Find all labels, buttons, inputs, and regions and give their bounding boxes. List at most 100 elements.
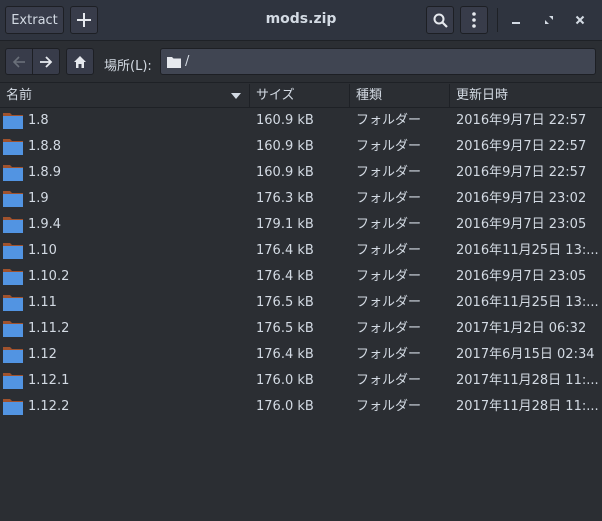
file-modified: 2016年9月7日 23:02 [456, 191, 587, 206]
file-modified: 2016年9月7日 23:05 [456, 269, 587, 284]
forward-button[interactable] [32, 48, 60, 75]
folder-icon [167, 57, 181, 68]
close-button[interactable] [569, 9, 591, 31]
file-size: 160.9 kB [256, 113, 314, 128]
column-header-type[interactable]: 種類 [350, 84, 450, 108]
menu-button[interactable] [460, 6, 488, 34]
column-header-bar: 名前 サイズ 種類 更新日時 [0, 84, 602, 108]
minimize-icon [512, 22, 520, 24]
column-header-size[interactable]: サイズ [250, 84, 350, 108]
file-type: フォルダー [356, 269, 422, 284]
file-type: フォルダー [356, 347, 422, 362]
arrow-left-icon [12, 55, 25, 68]
folder-icon-cell [3, 342, 25, 368]
folder-icon-cell [3, 316, 25, 342]
search-button[interactable] [426, 6, 454, 34]
folder-icon [3, 113, 23, 129]
file-rows: 1.8 160.9 kB フォルダー 2016年9月7日 22:57 1.8.8… [0, 108, 602, 420]
file-type: フォルダー [356, 399, 422, 414]
list-item[interactable]: 1.9 176.3 kB フォルダー 2016年9月7日 23:02 [0, 186, 602, 212]
list-item[interactable]: 1.11 176.5 kB フォルダー 2016年11月25日 13:... [0, 290, 602, 316]
list-item[interactable]: 1.10 176.4 kB フォルダー 2016年11月25日 13:... [0, 238, 602, 264]
folder-icon [3, 295, 23, 311]
extract-button[interactable]: Extract [5, 6, 64, 34]
file-list: 名前 サイズ 種類 更新日時 1.8 160.9 kB フォルダー 2016年9… [0, 84, 602, 521]
add-files-button[interactable] [70, 6, 98, 34]
file-modified: 2016年9月7日 23:05 [456, 217, 587, 232]
list-item[interactable]: 1.10.2 176.4 kB フォルダー 2016年9月7日 23:05 [0, 264, 602, 290]
folder-icon [3, 347, 23, 363]
folder-icon [3, 373, 23, 389]
list-item[interactable]: 1.12 176.4 kB フォルダー 2017年6月15日 02:34 [0, 342, 602, 368]
minimize-button[interactable] [505, 9, 527, 31]
file-modified: 2016年9月7日 22:57 [456, 113, 587, 128]
file-name: 1.8 [28, 113, 49, 128]
file-modified: 2017年6月15日 02:34 [456, 347, 595, 362]
file-name: 1.10 [28, 243, 57, 258]
list-item[interactable]: 1.8 160.9 kB フォルダー 2016年9月7日 22:57 [0, 108, 602, 134]
file-type: フォルダー [356, 217, 422, 232]
folder-icon-cell [3, 186, 25, 212]
file-name: 1.12.2 [28, 399, 70, 414]
plus-icon [77, 13, 91, 27]
folder-icon-cell [3, 290, 25, 316]
back-button[interactable] [5, 48, 33, 75]
column-header-modified[interactable]: 更新日時 [450, 84, 602, 108]
file-size: 160.9 kB [256, 165, 314, 180]
location-bar: 場所(L): / [0, 41, 602, 83]
file-modified: 2017年11月28日 11:... [456, 399, 599, 414]
location-entry[interactable]: / [160, 48, 596, 75]
maximize-button[interactable] [538, 9, 560, 31]
header-bar: Extract mods.zip [0, 0, 602, 41]
kebab-menu-icon [472, 12, 476, 28]
home-button[interactable] [66, 48, 94, 75]
list-item[interactable]: 1.12.2 176.0 kB フォルダー 2017年11月28日 11:... [0, 394, 602, 420]
file-name: 1.11.2 [28, 321, 70, 336]
file-modified: 2017年1月2日 06:32 [456, 321, 587, 336]
list-item[interactable]: 1.12.1 176.0 kB フォルダー 2017年11月28日 11:... [0, 368, 602, 394]
folder-icon [3, 243, 23, 259]
file-name: 1.9 [28, 191, 49, 206]
file-modified: 2017年11月28日 11:... [456, 373, 599, 388]
folder-icon [3, 269, 23, 285]
file-name: 1.8.9 [28, 165, 62, 180]
folder-icon-cell [3, 134, 25, 160]
folder-icon [3, 191, 23, 207]
list-item[interactable]: 1.9.4 179.1 kB フォルダー 2016年9月7日 23:05 [0, 212, 602, 238]
close-icon [575, 15, 585, 25]
column-header-name[interactable]: 名前 [0, 84, 250, 108]
file-size: 176.0 kB [256, 373, 314, 388]
location-path: / [185, 54, 190, 69]
column-header-name-label: 名前 [6, 88, 33, 103]
header-separator [497, 8, 498, 32]
list-item[interactable]: 1.11.2 176.5 kB フォルダー 2017年1月2日 06:32 [0, 316, 602, 342]
file-name: 1.9.4 [28, 217, 62, 232]
file-name: 1.11 [28, 295, 57, 310]
file-type: フォルダー [356, 373, 422, 388]
folder-icon [3, 165, 23, 181]
file-type: フォルダー [356, 243, 422, 258]
maximize-icon [545, 16, 553, 24]
list-item[interactable]: 1.8.9 160.9 kB フォルダー 2016年9月7日 22:57 [0, 160, 602, 186]
file-size: 176.4 kB [256, 347, 314, 362]
file-type: フォルダー [356, 113, 422, 128]
folder-icon-cell [3, 264, 25, 290]
file-modified: 2016年11月25日 13:... [456, 243, 599, 258]
folder-icon-cell [3, 212, 25, 238]
file-type: フォルダー [356, 165, 422, 180]
file-type: フォルダー [356, 139, 422, 154]
folder-icon [3, 139, 23, 155]
file-size: 176.3 kB [256, 191, 314, 206]
file-name: 1.12 [28, 347, 57, 362]
search-icon [433, 13, 448, 28]
folder-icon-cell [3, 160, 25, 186]
sort-descending-icon [231, 93, 241, 99]
location-label: 場所(L): [104, 59, 152, 74]
file-modified: 2016年9月7日 22:57 [456, 139, 587, 154]
file-modified: 2016年9月7日 22:57 [456, 165, 587, 180]
list-item[interactable]: 1.8.8 160.9 kB フォルダー 2016年9月7日 22:57 [0, 134, 602, 160]
file-name: 1.10.2 [28, 269, 70, 284]
file-size: 176.4 kB [256, 243, 314, 258]
file-type: フォルダー [356, 321, 422, 336]
arrow-right-icon [40, 55, 53, 68]
